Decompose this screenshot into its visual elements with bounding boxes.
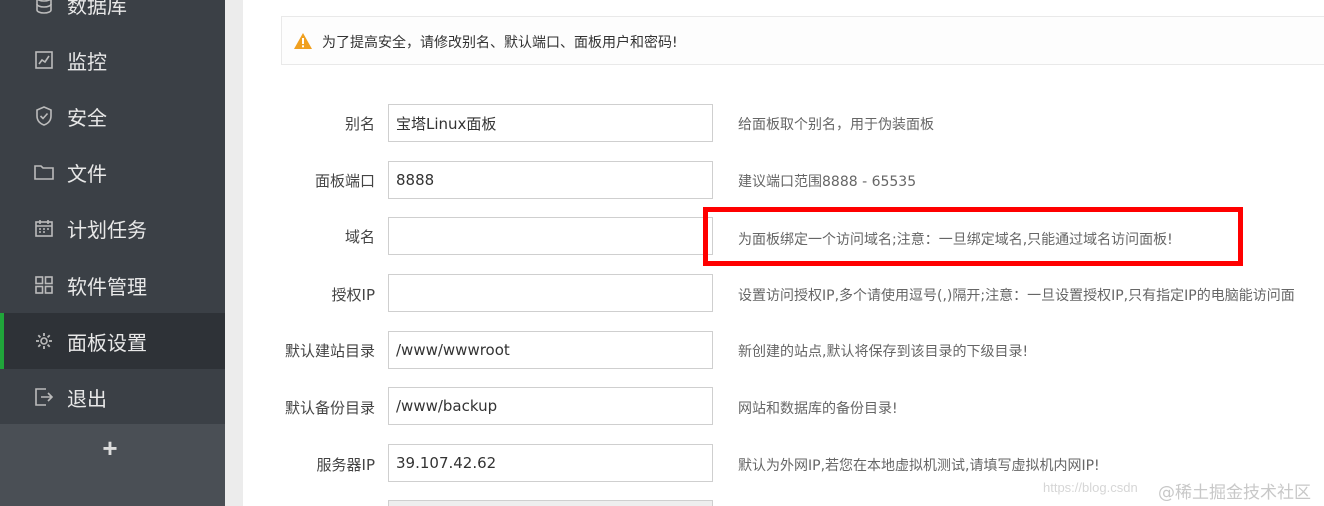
- sidebar-item-label: 安全: [67, 105, 107, 130]
- sidebar-item-files[interactable]: 文件: [0, 144, 225, 200]
- site-dir-label: 默认建站目录: [284, 342, 375, 360]
- sidebar-item-monitor[interactable]: 监控: [0, 32, 225, 88]
- sidebar-item-cron[interactable]: 计划任务: [0, 200, 225, 256]
- port-help: 建议端口范围8888 - 65535: [738, 174, 917, 190]
- sidebar-item-label: 计划任务: [67, 217, 147, 242]
- sidebar-item-panel-settings[interactable]: 面板设置: [0, 313, 225, 369]
- alias-label: 别名: [344, 115, 375, 133]
- shield-icon: [34, 106, 54, 126]
- sidebar-item-label: 面板设置: [67, 330, 147, 355]
- folder-icon: [34, 162, 54, 182]
- domain-label: 域名: [344, 228, 375, 246]
- backup-dir-label: 默认备份目录: [284, 399, 375, 417]
- sidebar-item-software[interactable]: 软件管理: [0, 257, 225, 313]
- port-label: 面板端口: [314, 172, 375, 190]
- monitor-icon: [34, 50, 54, 70]
- auth-ip-field[interactable]: [388, 274, 713, 312]
- watermark-brand: @稀土掘金技术社区: [1158, 483, 1311, 503]
- port-field[interactable]: [388, 161, 713, 199]
- server-ip-help: 默认为外网IP,若您在本地虚拟机测试,请填写虚拟机内网IP!: [738, 458, 1100, 474]
- watermark-url: https://blog.csdn: [1043, 480, 1138, 495]
- domain-help: 为面板绑定一个访问域名;注意：一旦绑定域名,只能通过域名访问面板!: [738, 232, 1173, 248]
- backup-dir-help: 网站和数据库的备份目录!: [738, 401, 898, 417]
- gutter: [225, 0, 243, 506]
- sidebar-item-label: 文件: [67, 161, 107, 186]
- logout-icon: [34, 387, 54, 407]
- gear-icon: [34, 331, 54, 351]
- server-ip-field[interactable]: [388, 444, 713, 482]
- sidebar-item-database[interactable]: 数据库: [0, 0, 225, 32]
- database-icon: [34, 0, 54, 14]
- next-field-partial[interactable]: [388, 500, 713, 506]
- sidebar-item-logout[interactable]: 退出: [0, 369, 225, 425]
- auth-ip-help: 设置访问授权IP,多个请使用逗号(,)隔开;注意：一旦设置授权IP,只有指定IP…: [738, 288, 1295, 304]
- alias-help: 给面板取个别名，用于伪装面板: [738, 117, 934, 133]
- site-dir-help: 新创建的站点,默认将保存到该目录的下级目录!: [738, 344, 1029, 360]
- grid-icon: [34, 275, 54, 295]
- sidebar-item-label: 监控: [67, 49, 107, 74]
- add-button[interactable]: +: [100, 435, 120, 461]
- domain-field[interactable]: [388, 217, 713, 255]
- calendar-icon: [34, 218, 54, 238]
- site-dir-field[interactable]: [388, 331, 713, 369]
- sidebar-item-security[interactable]: 安全: [0, 88, 225, 144]
- alert-text: 为了提高安全，请修改别名、默认端口、面板用户和密码!: [322, 35, 678, 51]
- backup-dir-field[interactable]: [388, 387, 713, 425]
- server-ip-label: 服务器IP: [316, 456, 375, 474]
- sidebar-item-label: 软件管理: [67, 274, 147, 299]
- alias-field[interactable]: [388, 104, 713, 142]
- security-alert: 为了提高安全，请修改别名、默认端口、面板用户和密码!: [281, 16, 1324, 65]
- sidebar-item-label: 退出: [67, 386, 107, 411]
- sidebar: 数据库 监控 安全 文件 计划任务 软件管理 面板设置 退出 +: [0, 0, 225, 506]
- sidebar-item-label: 数据库: [67, 0, 127, 18]
- warning-icon: [294, 33, 312, 49]
- auth-ip-label: 授权IP: [331, 286, 375, 304]
